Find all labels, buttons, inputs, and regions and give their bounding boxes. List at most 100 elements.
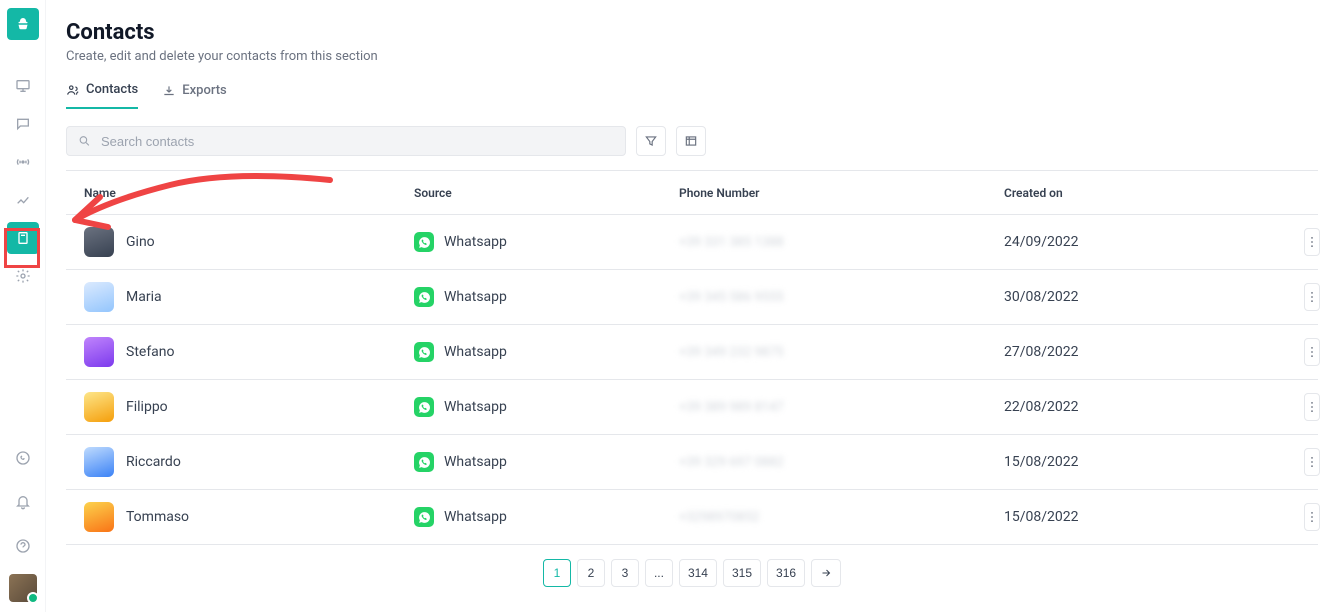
row-menu-button[interactable] <box>1304 283 1320 311</box>
table-row[interactable]: Filippo Whatsapp +39 389 989 8147 22/08/… <box>66 380 1318 435</box>
source-label: Whatsapp <box>444 509 507 525</box>
pagination: 1 2 3 ... 314 315 316 <box>66 544 1318 601</box>
nav-settings-icon[interactable] <box>7 260 39 292</box>
contact-avatar <box>84 502 114 532</box>
nav-contacts-icon[interactable] <box>7 222 39 254</box>
page-button[interactable]: 316 <box>767 559 805 587</box>
dots-icon <box>1305 510 1319 524</box>
created-date: 24/09/2022 <box>986 234 1286 250</box>
dots-icon <box>1305 290 1319 304</box>
created-date: 15/08/2022 <box>986 509 1286 525</box>
created-date: 30/08/2022 <box>986 289 1286 305</box>
tab-contacts[interactable]: Contacts <box>66 82 138 109</box>
table-row[interactable]: Maria Whatsapp +39 345 586 9555 30/08/20… <box>66 270 1318 325</box>
page-title: Contacts <box>66 20 1318 45</box>
phone-number: +39 349 232 9875 <box>661 345 986 360</box>
source-label: Whatsapp <box>444 454 507 470</box>
col-phone: Phone Number <box>661 186 986 200</box>
contact-name: Gino <box>126 234 155 250</box>
whatsapp-icon <box>414 397 434 417</box>
contact-avatar <box>84 337 114 367</box>
created-date: 22/08/2022 <box>986 399 1286 415</box>
toolbar <box>66 126 1318 156</box>
user-avatar[interactable] <box>9 574 37 602</box>
tab-label: Contacts <box>86 82 138 97</box>
phone-number: +39 345 586 9555 <box>661 290 986 305</box>
created-date: 27/08/2022 <box>986 344 1286 360</box>
nav-help-icon[interactable] <box>7 530 39 562</box>
nav-whatsapp-icon[interactable] <box>7 442 39 474</box>
col-created: Created on <box>986 186 1286 200</box>
search-icon <box>78 135 91 148</box>
contact-name: Stefano <box>126 344 175 360</box>
col-source: Source <box>396 186 661 200</box>
source-label: Whatsapp <box>444 289 507 305</box>
users-icon <box>66 83 80 97</box>
sidebar <box>0 0 46 612</box>
col-name: Name <box>66 186 396 200</box>
row-menu-button[interactable] <box>1304 393 1320 421</box>
phone-number: +39 331 385 1388 <box>661 235 986 250</box>
tab-exports[interactable]: Exports <box>162 82 227 109</box>
contact-name: Maria <box>126 289 162 305</box>
main-content: Contacts Create, edit and delete your co… <box>46 0 1338 612</box>
page-subtitle: Create, edit and delete your contacts fr… <box>66 49 1318 64</box>
search-wrap <box>66 126 626 156</box>
contacts-table: Name Source Phone Number Created on Gino… <box>66 170 1318 545</box>
dots-icon <box>1305 400 1319 414</box>
tab-label: Exports <box>182 83 227 98</box>
page-button[interactable]: 3 <box>611 559 639 587</box>
page-button[interactable]: 1 <box>543 559 571 587</box>
page-button[interactable]: 314 <box>679 559 717 587</box>
whatsapp-icon <box>414 287 434 307</box>
columns-icon <box>684 134 698 148</box>
nav-analytics-icon[interactable] <box>7 184 39 216</box>
table-row[interactable]: Gino Whatsapp +39 331 385 1388 24/09/202… <box>66 215 1318 270</box>
contact-name: Tommaso <box>126 509 189 525</box>
row-menu-button[interactable] <box>1304 338 1320 366</box>
contact-avatar <box>84 282 114 312</box>
filter-icon <box>644 134 658 148</box>
phone-number: +39 389 989 8147 <box>661 400 986 415</box>
source-label: Whatsapp <box>444 344 507 360</box>
nav-dashboard-icon[interactable] <box>7 70 39 102</box>
app-logo[interactable] <box>7 8 39 40</box>
row-menu-button[interactable] <box>1304 503 1320 531</box>
contact-avatar <box>84 392 114 422</box>
tabs: Contacts Exports <box>66 82 1318 110</box>
table-row[interactable]: Stefano Whatsapp +39 349 232 9875 27/08/… <box>66 325 1318 380</box>
page-next-button[interactable] <box>811 559 841 587</box>
filter-button[interactable] <box>636 126 666 156</box>
nav-chat-icon[interactable] <box>7 108 39 140</box>
search-input[interactable] <box>66 126 626 156</box>
created-date: 15/08/2022 <box>986 454 1286 470</box>
contact-name: Riccardo <box>126 454 181 470</box>
page-button[interactable]: 2 <box>577 559 605 587</box>
table-row[interactable]: Tommaso Whatsapp +3298970852 15/08/2022 <box>66 490 1318 545</box>
phone-number: +39 329 697 0882 <box>661 455 986 470</box>
page-button[interactable]: 315 <box>723 559 761 587</box>
download-icon <box>162 84 176 98</box>
dots-icon <box>1305 455 1319 469</box>
row-menu-button[interactable] <box>1304 448 1320 476</box>
nav-notifications-icon[interactable] <box>7 486 39 518</box>
table-header: Name Source Phone Number Created on <box>66 171 1318 215</box>
columns-button[interactable] <box>676 126 706 156</box>
dots-icon <box>1305 345 1319 359</box>
source-label: Whatsapp <box>444 234 507 250</box>
table-row[interactable]: Riccardo Whatsapp +39 329 697 0882 15/08… <box>66 435 1318 490</box>
phone-number: +3298970852 <box>661 510 986 525</box>
whatsapp-icon <box>414 507 434 527</box>
nav-broadcast-icon[interactable] <box>7 146 39 178</box>
page-ellipsis: ... <box>645 559 673 587</box>
whatsapp-icon <box>414 452 434 472</box>
row-menu-button[interactable] <box>1304 228 1320 256</box>
contact-avatar <box>84 447 114 477</box>
contact-name: Filippo <box>126 399 168 415</box>
arrow-right-icon <box>820 567 832 579</box>
source-label: Whatsapp <box>444 399 507 415</box>
dots-icon <box>1305 235 1319 249</box>
contact-avatar <box>84 227 114 257</box>
whatsapp-icon <box>414 232 434 252</box>
whatsapp-icon <box>414 342 434 362</box>
